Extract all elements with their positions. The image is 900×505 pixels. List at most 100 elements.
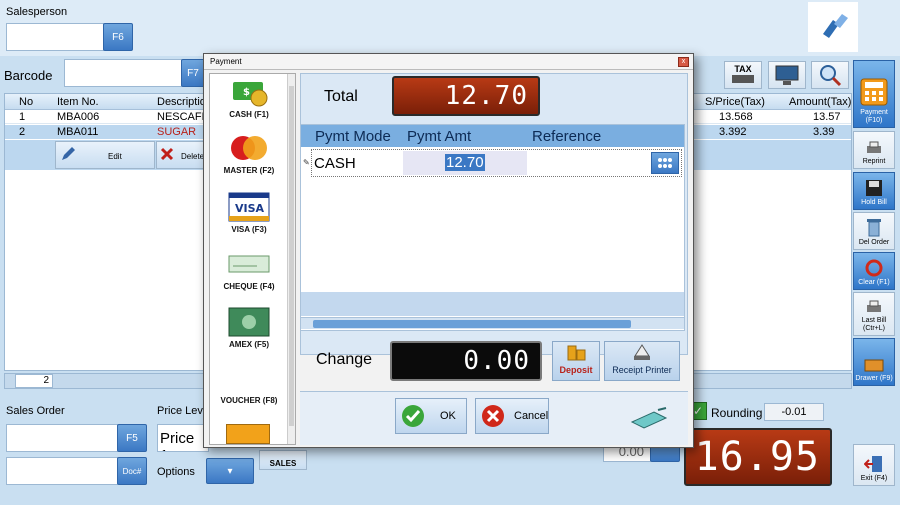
payment-row[interactable]: CASH 12.70 xyxy=(311,149,682,177)
method-amex-label: AMEX (F5) xyxy=(229,340,269,349)
method-cheque[interactable]: CHEQUE (F4) xyxy=(214,250,284,291)
exit-label: Exit (F4) xyxy=(860,475,888,482)
svg-text:VISA: VISA xyxy=(235,202,265,215)
reference-lookup-button[interactable] xyxy=(651,152,679,174)
row-price: 13.568 xyxy=(719,111,753,123)
monitor-button[interactable] xyxy=(768,61,806,89)
sales-order-input[interactable] xyxy=(6,424,118,452)
hold-label: Hold Bill xyxy=(861,199,887,206)
dialog-title: Payment xyxy=(210,57,242,66)
delete-x-icon xyxy=(160,147,174,161)
row-price: 3.392 xyxy=(719,126,747,138)
reprint-button[interactable]: Reprint xyxy=(853,131,895,169)
amex-card-icon xyxy=(228,307,270,337)
coins-icon xyxy=(567,345,586,361)
edit-label: Edit xyxy=(108,152,122,161)
visa-card-icon: VISA xyxy=(228,192,270,222)
contact-card-icon xyxy=(226,424,270,444)
receipt-printer-icon xyxy=(634,344,650,360)
total-display: 12.70 xyxy=(392,76,540,116)
ok-label: OK xyxy=(440,410,456,422)
method-amex[interactable]: AMEX (F5) xyxy=(214,306,284,349)
mastercard-icon xyxy=(231,136,267,160)
rounding-label: Rounding xyxy=(711,406,763,420)
row-amount: 13.57 xyxy=(813,111,841,123)
deposit-button[interactable]: Deposit xyxy=(552,341,600,381)
refresh-icon xyxy=(865,259,883,277)
method-cheque-label: CHEQUE (F4) xyxy=(223,282,275,291)
scrollbar-thumb[interactable] xyxy=(289,86,294,426)
barcode-lookup-button[interactable]: F7 xyxy=(181,59,205,87)
grid-header-no: No xyxy=(19,96,34,108)
drawer-button[interactable]: Drawer (F9) xyxy=(853,338,895,386)
sales-button[interactable]: SALES xyxy=(259,450,307,470)
grid-header-item: Item No. xyxy=(57,96,99,108)
salesperson-label: Salesperson xyxy=(6,6,68,18)
document-input[interactable] xyxy=(6,457,118,485)
salesperson-lookup-button[interactable]: F6 xyxy=(103,23,133,51)
method-master-label: MASTER (F2) xyxy=(223,166,275,175)
grid-header-amount: Amount(Tax) xyxy=(789,96,852,108)
method-master[interactable]: MASTER (F2) xyxy=(214,132,284,175)
cancel-label: Cancel xyxy=(514,410,549,422)
sales-order-lookup-button[interactable]: F5 xyxy=(117,424,147,452)
ok-button[interactable]: OK xyxy=(395,398,467,434)
table-h-scrollbar[interactable] xyxy=(301,317,684,329)
tax-button[interactable]: TAX xyxy=(724,61,762,89)
app-logo xyxy=(808,2,858,52)
row-item: MBA006 xyxy=(57,111,100,123)
receipt-printer-button[interactable]: Receipt Printer xyxy=(604,341,680,381)
method-cash[interactable]: $ CASH (F1) xyxy=(214,74,284,119)
total-label: Total xyxy=(324,88,358,105)
pymt-mode-cell: CASH xyxy=(314,155,356,172)
trash-icon xyxy=(867,219,881,237)
printer-icon xyxy=(867,300,881,312)
reprint-label: Reprint xyxy=(862,158,886,165)
row-no: 1 xyxy=(19,111,26,123)
payment-button[interactable]: Payment (F10) xyxy=(853,60,895,128)
card-swipe-icon[interactable] xyxy=(628,406,670,430)
pencil-icon xyxy=(62,147,75,160)
col-pymt-amt: Pymt Amt xyxy=(407,128,472,145)
cash-money-icon: $ xyxy=(233,82,268,107)
dialog-close-button[interactable]: x xyxy=(678,57,689,67)
method-visa[interactable]: VISA VISA (F3) xyxy=(214,191,284,234)
method-voucher[interactable]: VOUCHER (F8) xyxy=(214,396,284,405)
drawer-label: Drawer (F9) xyxy=(855,375,893,382)
delete-order-button[interactable]: Del Order xyxy=(853,212,895,250)
dropdown-arrow-icon: ▾ xyxy=(227,465,233,477)
options-dropdown-button[interactable]: ▾ xyxy=(206,458,254,484)
method-visa-label: VISA (F3) xyxy=(231,225,267,234)
cheque-icon xyxy=(228,255,270,273)
deposit-label: Deposit xyxy=(559,365,593,375)
hold-bill-button[interactable]: Hold Bill xyxy=(853,172,895,210)
keypad-icon xyxy=(658,158,672,168)
row-desc: SUGAR xyxy=(157,126,197,138)
clear-button[interactable]: Clear (F1) xyxy=(853,252,895,290)
cancel-button[interactable]: Cancel xyxy=(475,398,549,434)
delete-label: Delete xyxy=(181,152,205,161)
register-icon xyxy=(732,75,754,83)
price-level-select[interactable]: Price 1 xyxy=(157,424,209,452)
payment-dialog: Payment x $ CASH (F1) MASTER (F2) VISA V… xyxy=(203,53,694,448)
method-list-scrollbar[interactable] xyxy=(287,74,295,444)
barcode-input[interactable] xyxy=(64,59,182,87)
edit-button[interactable]: Edit xyxy=(55,141,155,169)
receipt-printer-label: Receipt Printer xyxy=(612,365,672,375)
svg-text:$: $ xyxy=(243,87,250,98)
scrollbar-thumb[interactable] xyxy=(313,320,631,328)
exit-button[interactable]: Exit (F4) xyxy=(853,444,895,486)
monitor-icon xyxy=(775,65,799,85)
delete-button[interactable]: Delete xyxy=(156,141,206,169)
pymt-amt-field[interactable]: 12.70 xyxy=(403,151,527,175)
method-voucher-label: VOUCHER (F8) xyxy=(220,396,278,405)
grand-total-display: 16.95 xyxy=(684,428,832,486)
last-bill-button[interactable]: Last Bill (Ctr+L) xyxy=(853,292,895,336)
document-lookup-button[interactable]: Doc# xyxy=(117,457,147,485)
top-panel xyxy=(0,0,900,56)
last-bill-label: Last Bill (Ctr+L) xyxy=(861,317,887,332)
dialog-titlebar xyxy=(204,54,693,70)
floppy-disk-icon xyxy=(866,180,882,196)
salesperson-input[interactable] xyxy=(6,23,104,51)
search-button[interactable] xyxy=(811,61,849,89)
